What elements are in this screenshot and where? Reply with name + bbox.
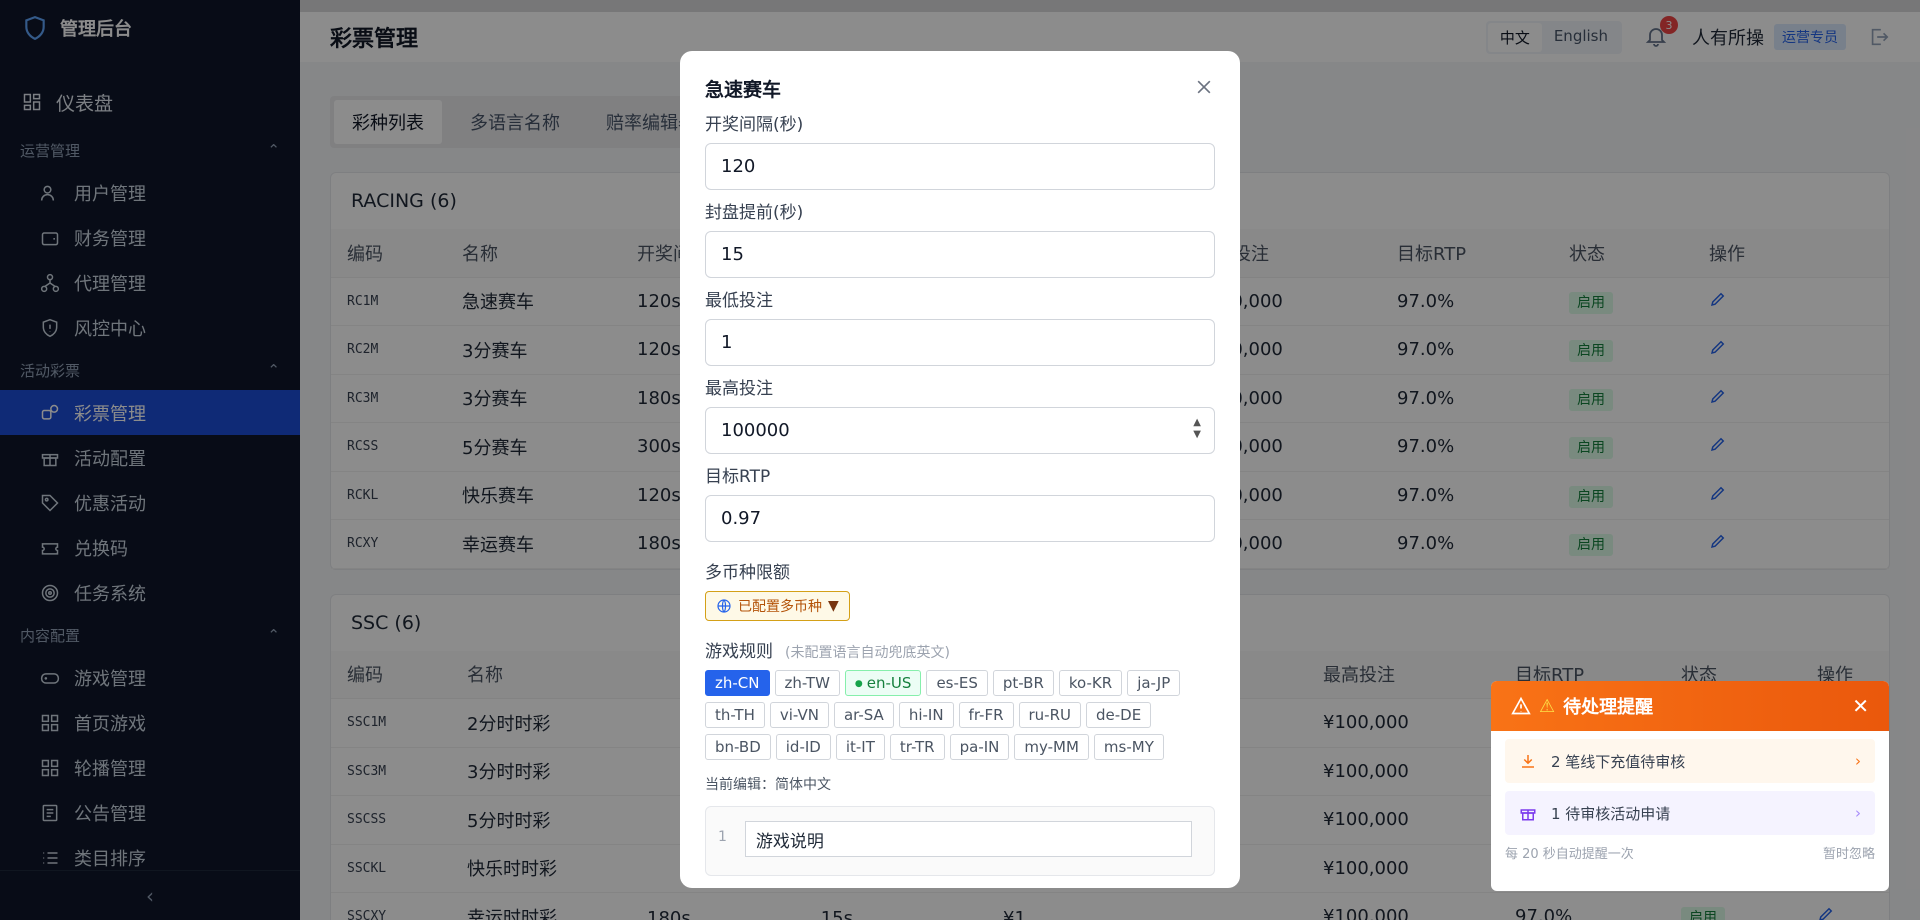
rules-hint: (未配置语言自动兜底英文) (785, 645, 950, 661)
step-down-icon[interactable]: ▼ (1193, 429, 1201, 441)
lang-tag-ja-jp[interactable]: ja-JP (1127, 670, 1181, 696)
field-label: 最高投注 (705, 379, 773, 399)
stepper-arrows[interactable]: ▲ ▼ (1193, 417, 1201, 441)
multi-currency-label: 已配置多币种 (738, 599, 822, 615)
rules-label: 游戏规则 (705, 642, 773, 662)
gift-icon (1520, 809, 1536, 821)
globe-icon (717, 599, 731, 613)
current-edit-label: 当前编辑：简体中文 (705, 777, 831, 793)
triangle-down-icon: ▼ (828, 598, 839, 614)
notify-item-recharge[interactable]: 2 笔线下充值待审核 › (1505, 739, 1875, 783)
lang-tag-th-th[interactable]: th-TH (705, 702, 765, 728)
lang-tag-zh-cn[interactable]: zh-CN (705, 670, 770, 696)
rules-editor: 1 游戏说明 (705, 806, 1215, 876)
max-bet-stepper: 100000 ▲ ▼ (705, 407, 1215, 454)
notify-footer: 每 20 秒自动提醒一次 暂时忽略 (1491, 843, 1889, 862)
warning-icon: ⚠ (1539, 695, 1556, 717)
field-label: 最低投注 (705, 291, 773, 311)
lang-tag-it-it[interactable]: it-IT (835, 734, 885, 760)
target-rtp-input[interactable]: 0.97 (705, 495, 1215, 542)
auto-remind-text: 每 20 秒自动提醒一次 (1505, 847, 1634, 862)
language-tags: zh-CN zh-TW en-US es-ES pt-BR ko-KR ja-J… (705, 670, 1215, 760)
download-icon (1522, 755, 1534, 768)
ignore-link[interactable]: 暂时忽略 (1823, 843, 1875, 862)
edit-lottery-modal: 急速赛车 开奖间隔(秒) 120 封盘提前(秒) 15 最低投注 1 最高投注 … (680, 51, 1240, 888)
notify-title: 待处理提醒 (1563, 697, 1654, 718)
field-label: 开奖间隔(秒) (705, 115, 804, 135)
field-label: 目标RTP (705, 467, 771, 487)
lang-tag-ar-sa[interactable]: ar-SA (833, 702, 894, 728)
lang-tag-de-de[interactable]: de-DE (1086, 702, 1152, 728)
lang-tag-id-id[interactable]: id-ID (775, 734, 831, 760)
draw-interval-input[interactable]: 120 (705, 143, 1215, 190)
lang-tag-bn-bd[interactable]: bn-BD (705, 734, 771, 760)
notify-header: ⚠ 待处理提醒 ✕ (1491, 681, 1889, 731)
lang-tag-hi-in[interactable]: hi-IN (898, 702, 954, 728)
step-up-icon[interactable]: ▲ (1193, 417, 1201, 429)
lang-tag-my-mm[interactable]: my-MM (1014, 734, 1089, 760)
warning-outline-icon (1511, 696, 1531, 715)
close-icon[interactable] (1194, 77, 1214, 97)
lang-tag-ru-ru[interactable]: ru-RU (1018, 702, 1081, 728)
chevron-right-icon: › (1855, 804, 1861, 822)
line-number: 1 (718, 829, 727, 845)
max-bet-input[interactable]: 100000 (705, 407, 1215, 454)
lang-tag-pa-in[interactable]: pa-IN (949, 734, 1010, 760)
modal-title: 急速赛车 (705, 79, 782, 101)
lock-ahead-input[interactable]: 15 (705, 231, 1215, 278)
notify-item-label: 2 笔线下充值待审核 (1551, 752, 1686, 771)
field-label: 封盘提前(秒) (705, 203, 804, 223)
lang-tag-vi-vn[interactable]: vi-VN (769, 702, 829, 728)
lang-tag-fr-fr[interactable]: fr-FR (958, 702, 1014, 728)
field-label: 多币种限额 (705, 563, 790, 583)
multi-currency-button[interactable]: 已配置多币种 ▼ (705, 591, 850, 621)
lang-tag-ms-my[interactable]: ms-MY (1093, 734, 1164, 760)
lang-tag-ko-kr[interactable]: ko-KR (1058, 670, 1123, 696)
pending-notifications-panel: ⚠ 待处理提醒 ✕ 2 笔线下充值待审核 › 1 待审核活动申请 › 每 20 … (1491, 681, 1889, 891)
rule-line-input[interactable]: 游戏说明 (744, 821, 1192, 857)
rules-header: 游戏规则 (未配置语言自动兜底英文) (705, 637, 1215, 662)
lang-tag-en-us[interactable]: en-US (844, 670, 922, 696)
notify-item-activity[interactable]: 1 待审核活动申请 › (1505, 791, 1875, 835)
lang-tag-es-es[interactable]: es-ES (926, 670, 988, 696)
notify-item-label: 1 待审核活动申请 (1551, 804, 1671, 823)
close-icon[interactable]: ✕ (1852, 694, 1869, 718)
min-bet-input[interactable]: 1 (705, 319, 1215, 366)
chevron-right-icon: › (1855, 752, 1861, 770)
lang-tag-zh-tw[interactable]: zh-TW (774, 670, 840, 696)
lang-tag-tr-tr[interactable]: tr-TR (889, 734, 945, 760)
lang-tag-pt-br[interactable]: pt-BR (992, 670, 1054, 696)
